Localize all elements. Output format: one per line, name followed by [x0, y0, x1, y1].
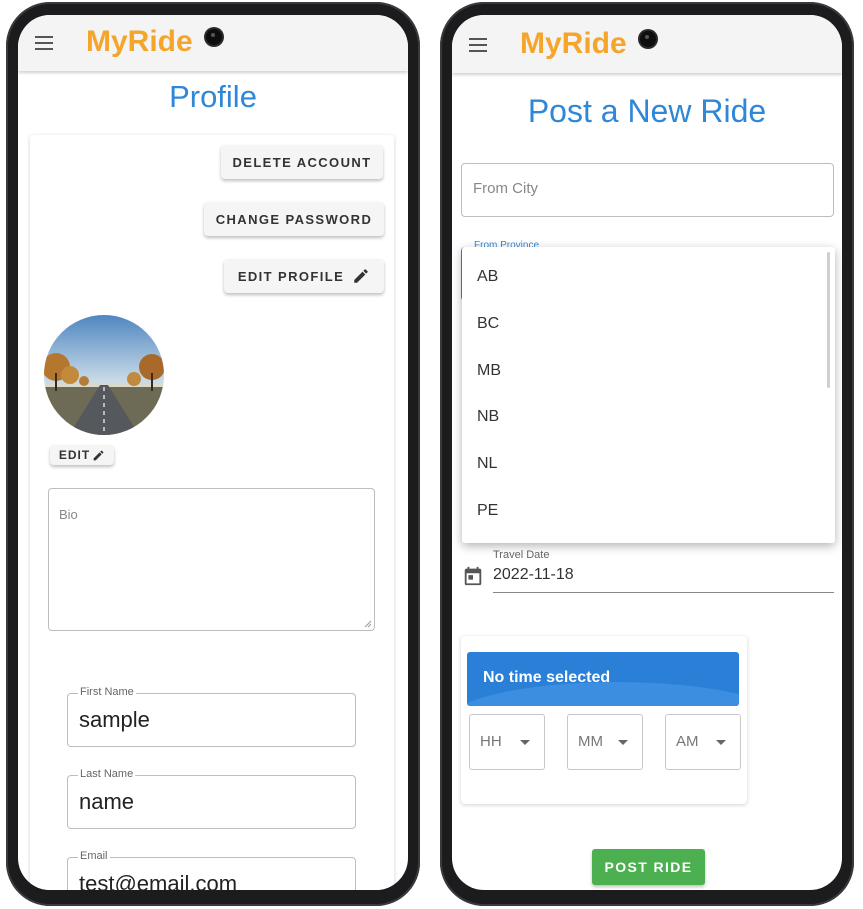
menu-icon[interactable] [469, 38, 487, 52]
profile-screen: MyRide Profile DELETE ACCOUNT CHANGE PAS… [18, 15, 408, 890]
post-ride-button[interactable]: POST RIDE [592, 849, 705, 885]
camera-cutout [640, 31, 656, 47]
bio-placeholder: Bio [59, 507, 78, 522]
period-select-value: AM [676, 733, 699, 750]
from-city-input[interactable]: From City [461, 163, 834, 217]
province-option-mb[interactable]: MB [477, 362, 501, 380]
travel-date-underline [493, 592, 834, 593]
delete-account-button[interactable]: DELETE ACCOUNT [221, 145, 383, 179]
email-label: Email [78, 850, 110, 862]
province-option-ab[interactable]: AB [477, 268, 498, 286]
caret-down-icon [716, 740, 726, 745]
province-option-nl[interactable]: NL [477, 455, 497, 473]
resize-handle-icon[interactable] [364, 620, 372, 628]
app-bar: MyRide [18, 15, 408, 71]
first-name-label: First Name [78, 686, 136, 698]
last-name-field[interactable]: Last Name name [67, 768, 356, 829]
last-name-value: name [79, 789, 135, 814]
travel-date-value: 2022-11-18 [493, 566, 574, 583]
email-value: test@email.com [79, 871, 238, 890]
edit-avatar-button[interactable]: EDIT [50, 445, 114, 465]
menu-icon[interactable] [35, 36, 53, 50]
bio-placeholder-text: Bio [59, 507, 78, 522]
avatar [44, 315, 164, 435]
hour-select[interactable]: HH [469, 714, 545, 770]
caret-down-icon [520, 740, 530, 745]
dropdown-scrollbar[interactable] [827, 252, 830, 388]
page-title: Profile [169, 79, 257, 114]
province-option-nb[interactable]: NB [477, 408, 499, 426]
edit-profile-button[interactable]: EDIT PROFILE [224, 259, 384, 293]
app-bar: MyRide [452, 15, 842, 73]
phone-frame-right: MyRide Post a New Ride From City From Pr… [440, 2, 854, 906]
province-option-pe[interactable]: PE [477, 502, 498, 520]
first-name-value: sample [79, 707, 150, 732]
edit-profile-label: EDIT PROFILE [237, 268, 345, 284]
post-ride-screen: MyRide Post a New Ride From City From Pr… [452, 15, 842, 890]
minute-select-value: MM [578, 733, 603, 750]
app-logo: MyRide [86, 25, 193, 58]
calendar-icon[interactable] [462, 565, 484, 587]
province-option-bc[interactable]: BC [477, 315, 499, 333]
time-picker-card: No time selected HH MM AM [461, 636, 747, 804]
minute-select[interactable]: MM [567, 714, 643, 770]
camera-cutout [206, 29, 222, 45]
pencil-icon [93, 450, 104, 460]
travel-date-field[interactable]: Travel Date 2022-11-18 [462, 549, 834, 593]
phone-frame-left: MyRide Profile DELETE ACCOUNT CHANGE PAS… [6, 2, 420, 906]
province-dropdown-menu: AB BC MB NB NL PE [462, 247, 835, 543]
first-name-field[interactable]: First Name sample [67, 686, 356, 747]
time-picker-status: No time selected [483, 669, 611, 686]
time-picker-header: No time selected [467, 652, 739, 706]
period-select[interactable]: AM [665, 714, 741, 770]
caret-down-icon [618, 740, 628, 745]
page-title: Post a New Ride [527, 93, 767, 129]
email-field[interactable]: Email test@email.com [67, 850, 356, 890]
pencil-icon [354, 269, 368, 283]
delete-account-label: DELETE ACCOUNT [232, 154, 372, 170]
from-city-placeholder: From City [473, 180, 538, 197]
app-logo: MyRide [520, 27, 627, 60]
change-password-button[interactable]: CHANGE PASSWORD [204, 202, 384, 236]
edit-avatar-label: EDIT [58, 448, 91, 462]
change-password-label: CHANGE PASSWORD [215, 211, 373, 227]
bio-textarea[interactable]: Bio [48, 488, 375, 631]
hour-select-value: HH [480, 733, 502, 750]
last-name-label: Last Name [78, 768, 136, 780]
travel-date-label: Travel Date [493, 549, 550, 561]
